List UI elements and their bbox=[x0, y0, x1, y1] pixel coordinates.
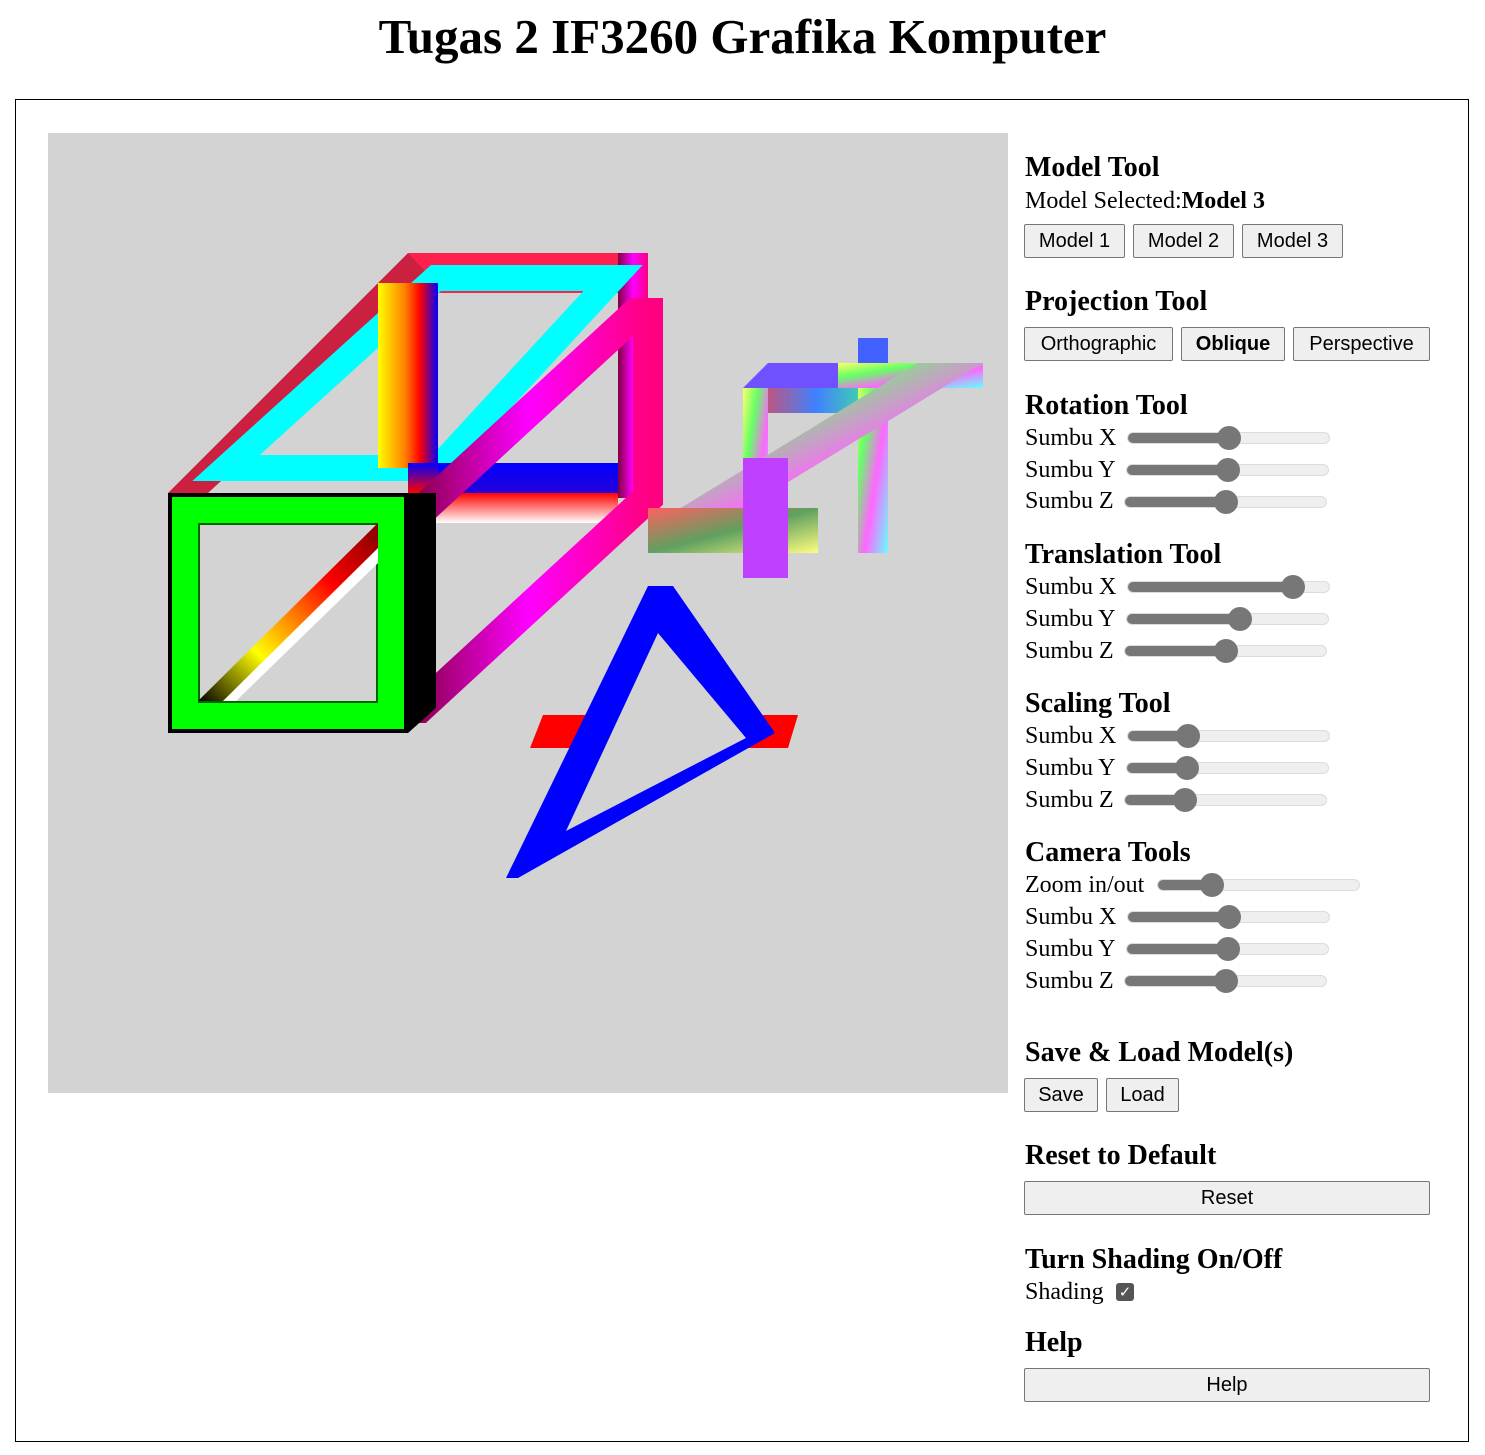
slider-thumb[interactable] bbox=[1281, 575, 1305, 599]
translation-x-slider[interactable] bbox=[1127, 575, 1330, 599]
slider-fill bbox=[1127, 944, 1228, 954]
slider-thumb[interactable] bbox=[1216, 458, 1240, 482]
slider-fill bbox=[1127, 614, 1240, 624]
reset-button[interactable]: Reset bbox=[1024, 1181, 1430, 1215]
translation-tool-heading: Translation Tool bbox=[1025, 539, 1222, 570]
slider-thumb[interactable] bbox=[1173, 788, 1197, 812]
frame-model bbox=[648, 338, 983, 578]
load-button[interactable]: Load bbox=[1106, 1078, 1179, 1112]
model-selected-label: Model Selected:Model 3 bbox=[1025, 188, 1265, 214]
translation-y-label: Sumbu Y bbox=[1025, 606, 1116, 632]
projection-tool-heading: Projection Tool bbox=[1025, 286, 1208, 317]
model-1-button[interactable]: Model 1 bbox=[1024, 224, 1125, 258]
oblique-button[interactable]: Oblique bbox=[1181, 327, 1285, 361]
slider-thumb[interactable] bbox=[1214, 639, 1238, 663]
model-tool-heading: Model Tool bbox=[1025, 152, 1160, 183]
translation-y-slider[interactable] bbox=[1126, 607, 1329, 631]
slider-fill bbox=[1125, 646, 1226, 656]
help-heading: Help bbox=[1025, 1327, 1083, 1358]
rotation-x-slider[interactable] bbox=[1127, 426, 1330, 450]
scene-render bbox=[168, 253, 983, 878]
slider-fill bbox=[1128, 582, 1293, 592]
slider-thumb[interactable] bbox=[1175, 756, 1199, 780]
camera-z-label: Sumbu Z bbox=[1025, 968, 1114, 994]
shading-heading: Turn Shading On/Off bbox=[1025, 1244, 1283, 1275]
scaling-z-label: Sumbu Z bbox=[1025, 787, 1114, 813]
scaling-x-label: Sumbu X bbox=[1025, 723, 1117, 749]
model-2-button[interactable]: Model 2 bbox=[1133, 224, 1234, 258]
save-load-heading: Save & Load Model(s) bbox=[1025, 1037, 1294, 1068]
scaling-x-slider[interactable] bbox=[1127, 724, 1330, 748]
slider-thumb[interactable] bbox=[1214, 490, 1238, 514]
slider-fill bbox=[1128, 912, 1229, 922]
triangle-model bbox=[506, 586, 798, 878]
slider-fill bbox=[1125, 976, 1226, 986]
slider-thumb[interactable] bbox=[1217, 426, 1241, 450]
page-title: Tugas 2 IF3260 Grafika Komputer bbox=[378, 9, 1107, 64]
rotation-z-label: Sumbu Z bbox=[1025, 488, 1114, 514]
rotation-tool-heading: Rotation Tool bbox=[1025, 390, 1188, 421]
model-selected-value: Model 3 bbox=[1181, 188, 1265, 214]
translation-z-label: Sumbu Z bbox=[1025, 638, 1114, 664]
slider-thumb[interactable] bbox=[1176, 724, 1200, 748]
help-button[interactable]: Help bbox=[1024, 1368, 1430, 1402]
rotation-y-label: Sumbu Y bbox=[1025, 457, 1116, 483]
webgl-canvas[interactable] bbox=[48, 133, 1008, 1093]
translation-x-label: Sumbu X bbox=[1025, 574, 1117, 600]
shading-label: Shading bbox=[1025, 1279, 1104, 1305]
scaling-y-label: Sumbu Y bbox=[1025, 755, 1116, 781]
camera-x-label: Sumbu X bbox=[1025, 904, 1117, 930]
slider-fill bbox=[1125, 497, 1226, 507]
cube-model bbox=[168, 253, 663, 733]
camera-z-slider[interactable] bbox=[1124, 969, 1327, 993]
slider-thumb[interactable] bbox=[1214, 969, 1238, 993]
translation-z-slider[interactable] bbox=[1124, 639, 1327, 663]
shading-checkbox[interactable]: ✓ bbox=[1116, 1283, 1134, 1301]
camera-y-slider[interactable] bbox=[1126, 937, 1329, 961]
orthographic-button[interactable]: Orthographic bbox=[1024, 327, 1173, 361]
reset-heading: Reset to Default bbox=[1025, 1140, 1217, 1171]
camera-y-label: Sumbu Y bbox=[1025, 936, 1116, 962]
slider-thumb[interactable] bbox=[1200, 873, 1224, 897]
scaling-z-slider[interactable] bbox=[1124, 788, 1327, 812]
perspective-button[interactable]: Perspective bbox=[1293, 327, 1430, 361]
rotation-x-label: Sumbu X bbox=[1025, 425, 1117, 451]
camera-zoom-label: Zoom in/out bbox=[1025, 872, 1145, 898]
camera-tools-heading: Camera Tools bbox=[1025, 837, 1191, 868]
rotation-z-slider[interactable] bbox=[1124, 490, 1327, 514]
slider-fill bbox=[1127, 465, 1228, 475]
slider-thumb[interactable] bbox=[1217, 905, 1241, 929]
slider-thumb[interactable] bbox=[1216, 937, 1240, 961]
camera-zoom-slider[interactable] bbox=[1157, 873, 1360, 897]
model-3-button[interactable]: Model 3 bbox=[1242, 224, 1343, 258]
scaling-y-slider[interactable] bbox=[1126, 756, 1329, 780]
slider-thumb[interactable] bbox=[1228, 607, 1252, 631]
camera-x-slider[interactable] bbox=[1127, 905, 1330, 929]
rotation-y-slider[interactable] bbox=[1126, 458, 1329, 482]
scaling-tool-heading: Scaling Tool bbox=[1025, 688, 1171, 719]
save-button[interactable]: Save bbox=[1024, 1078, 1098, 1112]
slider-fill bbox=[1128, 433, 1229, 443]
